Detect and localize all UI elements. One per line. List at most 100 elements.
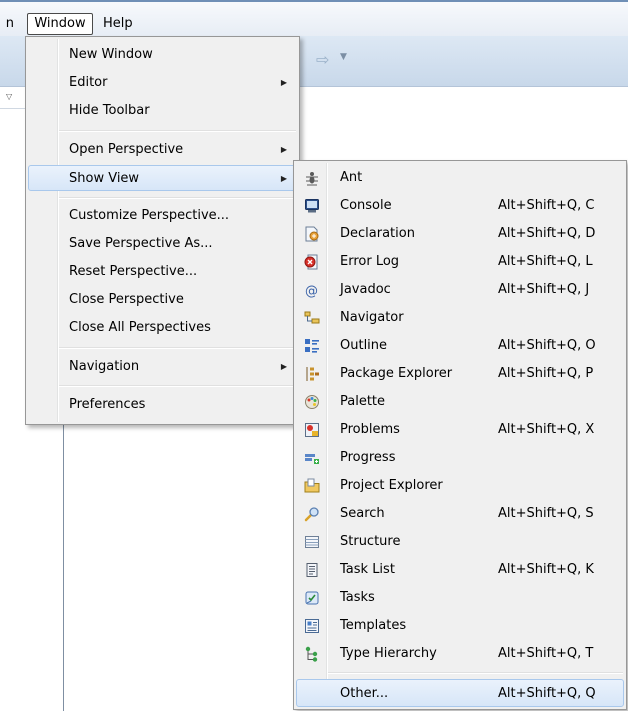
view-item-javadoc[interactable]: @ Javadoc Alt+Shift+Q, J	[296, 276, 624, 304]
navigator-icon	[304, 311, 320, 324]
view-item-label: Palette	[340, 394, 386, 409]
menu-item-label: Navigation	[69, 359, 140, 374]
view-item-palette[interactable]: Palette	[296, 388, 624, 416]
view-item-shortcut: Alt+Shift+Q, D	[498, 226, 596, 241]
menu-item-label: Save Perspective As...	[69, 236, 213, 251]
view-item-outline[interactable]: Outline Alt+Shift+Q, O	[296, 332, 624, 360]
task-list-icon	[306, 563, 318, 577]
menu-item-close-perspective[interactable]: Close Perspective	[28, 287, 297, 313]
menu-item-preferences[interactable]: Preferences	[28, 392, 297, 418]
menubar-item-help[interactable]: Help	[103, 14, 133, 34]
view-item-type-hierarchy[interactable]: Type Hierarchy Alt+Shift+Q, T	[296, 640, 624, 668]
view-item-label: Project Explorer	[340, 478, 443, 493]
submenu-arrow-icon: ▶	[280, 174, 287, 183]
view-item-shortcut: Alt+Shift+Q, X	[498, 422, 595, 437]
view-item-label: Console	[340, 198, 392, 213]
tasks-icon	[305, 591, 319, 605]
view-item-tasks[interactable]: Tasks	[296, 584, 624, 612]
menu-item-customize-perspective[interactable]: Customize Perspective...	[28, 203, 297, 229]
javadoc-icon: @	[305, 284, 318, 298]
chevron-down-icon[interactable]: ▼	[340, 52, 347, 62]
view-item-label: Declaration	[340, 226, 415, 241]
submenu-arrow-icon: ▶	[280, 78, 287, 87]
console-icon	[305, 199, 319, 213]
view-item-label: Search	[340, 506, 385, 521]
menu-item-label: Customize Perspective...	[69, 208, 230, 223]
menu-separator	[59, 347, 296, 349]
view-item-package-explorer[interactable]: Package Explorer Alt+Shift+Q, P	[296, 360, 624, 388]
view-item-shortcut: Alt+Shift+Q, K	[498, 562, 594, 577]
view-item-label: Error Log	[340, 254, 400, 269]
menu-item-show-view[interactable]: Show View ▶	[28, 165, 297, 191]
palette-icon	[305, 395, 319, 409]
view-item-label: Task List	[340, 562, 395, 577]
menu-item-label: Editor	[69, 75, 108, 90]
view-item-declaration[interactable]: Declaration Alt+Shift+Q, D	[296, 220, 624, 248]
view-item-label: Progress	[340, 450, 396, 465]
view-item-shortcut: Alt+Shift+Q, O	[498, 338, 596, 353]
menu-item-open-perspective[interactable]: Open Perspective ▶	[28, 137, 297, 163]
menubar-item-window[interactable]: Window	[27, 13, 93, 35]
menu-separator	[328, 672, 623, 674]
show-view-submenu: Ant Console Alt+Shift+Q, C Declaration A…	[293, 160, 627, 710]
view-item-other[interactable]: Other... Alt+Shift+Q, Q	[296, 679, 624, 707]
menu-item-close-all-perspectives[interactable]: Close All Perspectives	[28, 315, 297, 341]
window-menu: New Window Editor ▶ Hide Toolbar Open Pe…	[25, 36, 300, 425]
view-item-label: Outline	[340, 338, 388, 353]
view-item-progress[interactable]: Progress	[296, 444, 624, 472]
submenu-arrow-icon: ▶	[280, 145, 287, 154]
menu-item-label: Hide Toolbar	[69, 103, 150, 118]
menu-item-label: Open Perspective	[69, 142, 184, 157]
menu-item-hide-toolbar[interactable]: Hide Toolbar	[28, 98, 297, 124]
view-item-shortcut: Alt+Shift+Q, J	[498, 282, 590, 297]
view-item-label: Ant	[340, 170, 363, 185]
view-item-search[interactable]: Search Alt+Shift+Q, S	[296, 500, 624, 528]
menu-item-label: New Window	[69, 47, 153, 62]
view-item-shortcut: Alt+Shift+Q, L	[498, 254, 593, 269]
menu-item-save-perspective-as[interactable]: Save Perspective As...	[28, 231, 297, 257]
menu-item-editor[interactable]: Editor ▶	[28, 70, 297, 96]
package-explorer-icon	[306, 367, 319, 381]
view-item-project-explorer[interactable]: Project Explorer	[296, 472, 624, 500]
view-item-structure[interactable]: Structure	[296, 528, 624, 556]
view-item-shortcut: Alt+Shift+Q, S	[498, 506, 594, 521]
forward-arrow-icon[interactable]: ⇨	[316, 50, 329, 69]
submenu-arrow-icon: ▶	[280, 362, 287, 371]
view-menu-icon[interactable]: ▽	[6, 92, 12, 101]
view-item-task-list[interactable]: Task List Alt+Shift+Q, K	[296, 556, 624, 584]
view-item-error-log[interactable]: Error Log Alt+Shift+Q, L	[296, 248, 624, 276]
view-item-label: Javadoc	[340, 282, 391, 297]
view-item-label: Navigator	[340, 310, 404, 325]
view-item-console[interactable]: Console Alt+Shift+Q, C	[296, 192, 624, 220]
menu-item-label: Close Perspective	[69, 292, 184, 307]
templates-icon	[305, 619, 319, 633]
view-item-templates[interactable]: Templates	[296, 612, 624, 640]
view-item-label: Package Explorer	[340, 366, 453, 381]
view-item-shortcut: Alt+Shift+Q, Q	[498, 686, 596, 701]
problems-icon	[305, 423, 319, 437]
type-hierarchy-icon	[305, 646, 318, 662]
menu-separator	[59, 385, 296, 387]
structure-icon	[305, 536, 319, 548]
menu-bar: n Window Help	[0, 0, 628, 36]
view-item-shortcut: Alt+Shift+Q, C	[498, 198, 595, 213]
ant-icon	[306, 172, 318, 186]
view-item-ant[interactable]: Ant	[296, 164, 624, 192]
svg-text:@: @	[305, 284, 318, 298]
menu-separator	[59, 197, 296, 199]
view-item-problems[interactable]: Problems Alt+Shift+Q, X	[296, 416, 624, 444]
menu-item-navigation[interactable]: Navigation ▶	[28, 354, 297, 380]
menu-item-label: Reset Perspective...	[69, 264, 198, 279]
project-explorer-icon	[304, 478, 320, 493]
view-item-navigator[interactable]: Navigator	[296, 304, 624, 332]
view-item-shortcut: Alt+Shift+Q, P	[498, 366, 594, 381]
search-icon	[304, 507, 319, 522]
menu-item-new-window[interactable]: New Window	[28, 42, 297, 68]
view-item-label: Templates	[340, 618, 407, 633]
view-item-shortcut: Alt+Shift+Q, T	[498, 646, 594, 661]
progress-icon	[305, 454, 319, 464]
menubar-item-partial[interactable]: n	[0, 14, 14, 34]
view-item-label: Problems	[340, 422, 400, 437]
menu-item-reset-perspective[interactable]: Reset Perspective...	[28, 259, 297, 285]
menu-separator	[59, 130, 296, 132]
